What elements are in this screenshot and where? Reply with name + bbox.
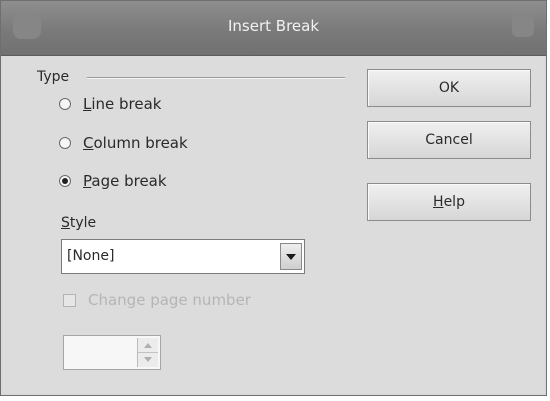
style-dropdown[interactable]: [None] [61, 239, 305, 274]
line-break-label: Line break [83, 95, 162, 113]
insert-break-dialog: Insert Break Type Line break Column brea… [0, 0, 547, 396]
ok-button[interactable]: OK [367, 69, 531, 107]
page-break-label: Page break [83, 172, 167, 190]
chevron-down-icon[interactable] [280, 243, 302, 270]
style-selected-value: [None] [67, 248, 115, 264]
page-break-radio[interactable] [59, 175, 71, 187]
style-label: Style [61, 215, 97, 231]
help-button[interactable]: Help [367, 183, 531, 221]
type-group-label: Type [37, 69, 70, 85]
title-bar[interactable]: Insert Break [1, 1, 546, 56]
page-break-option[interactable]: Page break [59, 172, 167, 190]
change-page-number-label: Change page number [88, 291, 251, 309]
cancel-button[interactable]: Cancel [367, 121, 531, 159]
change-page-number-checkbox[interactable] [63, 293, 76, 307]
change-page-number-option[interactable]: Change page number [63, 291, 251, 309]
type-group-divider [87, 77, 345, 79]
page-number-spinbox[interactable] [63, 335, 161, 370]
line-break-radio[interactable] [59, 98, 71, 110]
column-break-radio[interactable] [59, 137, 71, 149]
column-break-option[interactable]: Column break [59, 134, 188, 152]
spin-buttons [137, 338, 158, 367]
window-title: Insert Break [227, 17, 320, 35]
column-break-label: Column break [83, 134, 188, 152]
spin-up-icon[interactable] [138, 338, 158, 353]
spin-down-icon[interactable] [138, 353, 158, 367]
line-break-option[interactable]: Line break [59, 95, 162, 113]
close-icon[interactable] [512, 15, 534, 37]
